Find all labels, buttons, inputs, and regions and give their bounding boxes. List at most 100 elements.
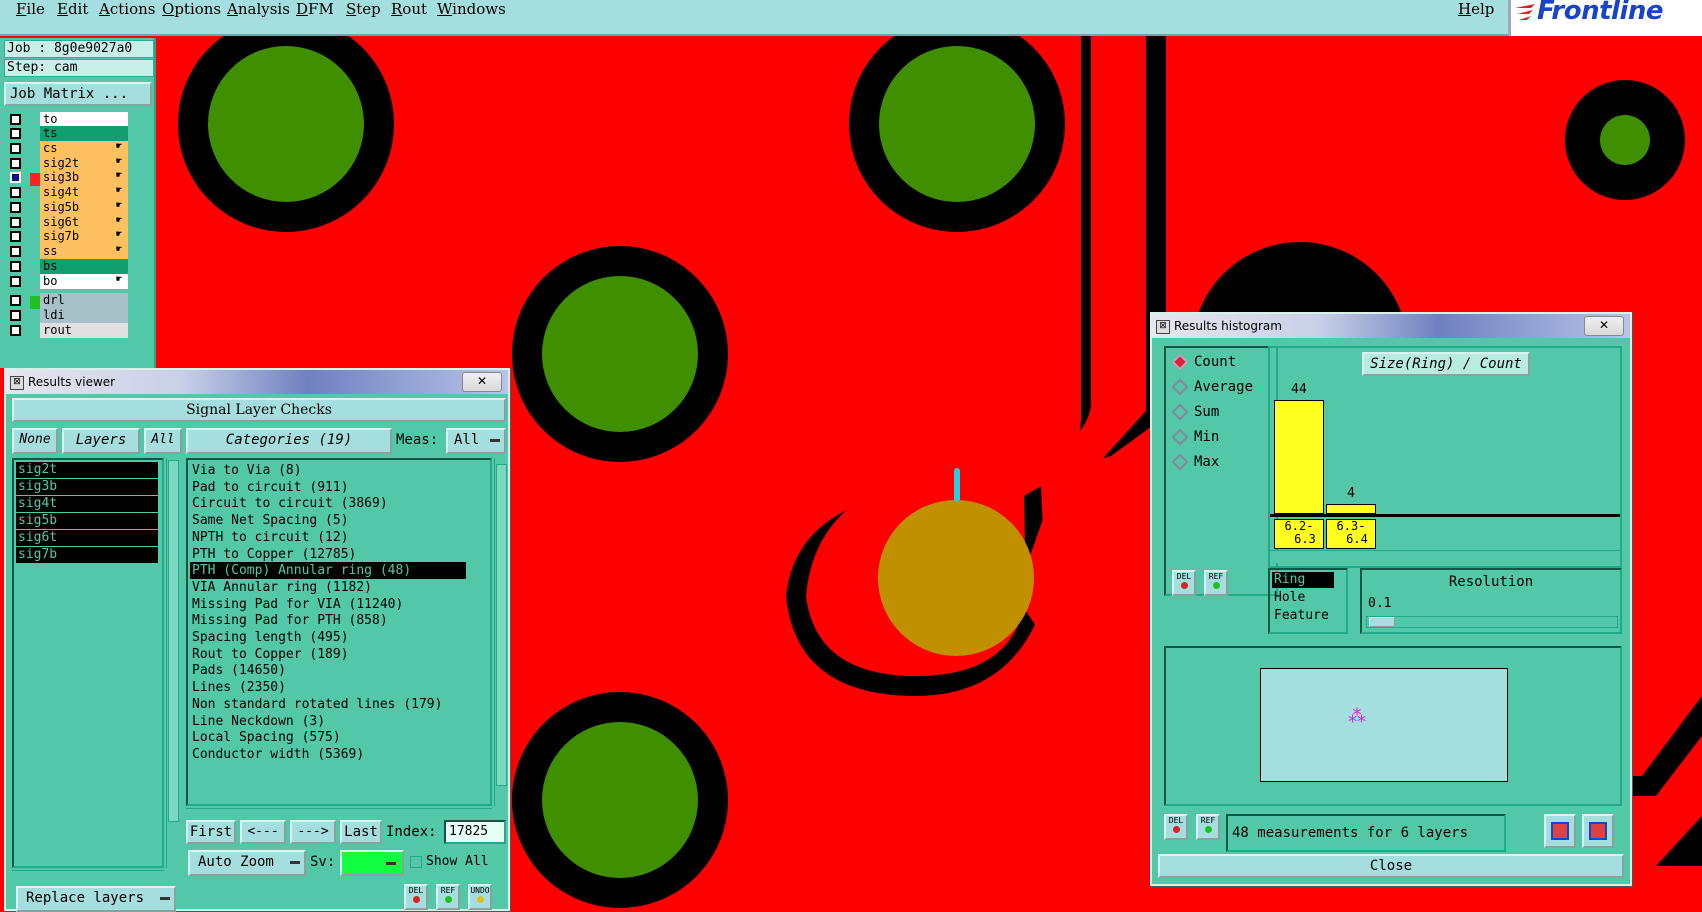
category-item[interactable]: Line Neckdown (3) — [192, 713, 325, 730]
layer-checkbox[interactable] — [10, 217, 21, 228]
pad[interactable] — [1600, 115, 1650, 165]
layer-list-item[interactable]: sig3b — [16, 479, 158, 495]
job-matrix-button[interactable]: Job Matrix ... — [4, 82, 152, 106]
layer-row-sig3b[interactable]: sig3b ☛ — [6, 170, 128, 186]
layer-row-sig2t[interactable]: sig2t ☛ — [6, 156, 128, 171]
highlighted-pad[interactable] — [878, 500, 1034, 656]
layer-row-drl[interactable]: drl — [6, 293, 128, 309]
property-item[interactable]: Ring — [1272, 572, 1334, 588]
histogram-titlebar[interactable]: ⊠ Results histogram ✕ — [1152, 314, 1630, 338]
auto-zoom-dropdown[interactable]: Auto Zoom — [188, 850, 306, 876]
category-item[interactable]: VIA Annular ring (1182) — [192, 579, 372, 596]
show-all-checkbox[interactable] — [410, 856, 422, 868]
layer-row-bo[interactable]: bo ☛ — [6, 274, 128, 289]
bin-label[interactable]: 6.3- 6.4 — [1326, 519, 1376, 549]
layer-row-sig4t[interactable]: sig4t ☛ — [6, 185, 128, 200]
none-button[interactable]: None — [12, 428, 58, 454]
radio-average[interactable] — [1171, 378, 1189, 396]
category-item[interactable]: Lines (2350) — [192, 679, 286, 696]
histogram-bar[interactable] — [1326, 504, 1376, 514]
menu-rout[interactable]: Rout — [391, 0, 427, 18]
category-item[interactable]: Rout to Copper (189) — [192, 646, 349, 663]
index-input[interactable]: 17825 — [444, 820, 506, 844]
layer-checkbox[interactable] — [10, 187, 21, 198]
category-item[interactable]: Non standard rotated lines (179) — [192, 696, 442, 713]
menu-windows[interactable]: Windows — [437, 0, 506, 18]
menu-actions[interactable]: Actions — [99, 0, 155, 18]
layer-row-ts[interactable]: ts — [6, 126, 128, 141]
last-button[interactable]: Last — [340, 820, 382, 844]
category-item[interactable]: Conductor width (5369) — [192, 746, 364, 763]
menu-help[interactable]: Help — [1458, 0, 1494, 18]
category-item[interactable]: Local Spacing (575) — [192, 729, 341, 746]
layer-checkbox[interactable] — [10, 143, 21, 154]
menu-options[interactable]: Options — [162, 0, 221, 18]
layer-checkbox[interactable] — [10, 295, 42, 309]
menu-file[interactable]: File — [16, 0, 45, 18]
layer-row-sig6t[interactable]: sig6t ☛ — [6, 215, 128, 230]
layer-list-hscrollbar[interactable] — [12, 870, 164, 881]
histogram-bar[interactable] — [1274, 400, 1324, 514]
radio-min[interactable] — [1171, 428, 1189, 446]
pad[interactable] — [542, 276, 698, 432]
radio-sum[interactable] — [1171, 403, 1189, 421]
meas-dropdown[interactable]: All — [446, 428, 506, 454]
category-item[interactable]: Missing Pad for VIA (11240) — [192, 596, 403, 613]
category-item[interactable]: PTH (Comp) Annular ring (48) — [190, 562, 466, 580]
del-button[interactable]: DEL — [1164, 814, 1188, 840]
layer-checkbox[interactable] — [10, 158, 21, 169]
ref-button[interactable]: REF — [1196, 814, 1220, 840]
category-item[interactable]: Missing Pad for PTH (858) — [192, 612, 388, 629]
close-button[interactable]: Close — [1158, 854, 1624, 878]
undo-button[interactable]: UNDO — [468, 884, 492, 910]
sv-color-dropdown[interactable] — [340, 850, 404, 876]
layer-row-ss[interactable]: ss ☛ — [6, 244, 128, 259]
layer-row-cs[interactable]: cs ☛ — [6, 141, 128, 156]
layer-checkbox[interactable] — [10, 261, 21, 272]
menu-edit[interactable]: Edit — [57, 0, 88, 18]
pad[interactable] — [208, 46, 364, 202]
first-button[interactable]: First — [186, 820, 236, 844]
menu-analysis[interactable]: Analysis — [227, 0, 290, 18]
layer-checkbox[interactable] — [10, 231, 21, 242]
layer-checkbox[interactable] — [10, 276, 21, 287]
results-viewer-titlebar[interactable]: ⊠ Results viewer ✕ — [6, 370, 508, 394]
layer-checkbox[interactable] — [10, 325, 21, 336]
category-item[interactable]: Circuit to circuit (3869) — [192, 495, 388, 512]
radio-count[interactable] — [1171, 353, 1189, 371]
layer-checkbox[interactable] — [10, 172, 42, 186]
layer-checkbox[interactable] — [10, 310, 21, 321]
layer-checkbox[interactable] — [10, 246, 21, 257]
category-item[interactable]: NPTH to circuit (12) — [192, 529, 349, 546]
pad[interactable] — [542, 722, 698, 878]
resolution-slider[interactable] — [1366, 616, 1618, 628]
ref-button[interactable]: REF — [436, 884, 460, 910]
bin-label[interactable]: 6.2- 6.3 — [1274, 519, 1324, 549]
del-button[interactable]: DEL — [404, 884, 428, 910]
layer-list-item[interactable]: sig4t — [16, 496, 158, 512]
categories-scrollbar[interactable] — [494, 458, 507, 806]
menu-dfm[interactable]: DFM — [296, 0, 334, 18]
categories-list[interactable]: Via to Via (8) Pad to circuit (911) Circui… — [186, 458, 492, 806]
layer-list-item[interactable]: sig7b — [16, 547, 158, 563]
all-layers-button[interactable]: All — [144, 428, 182, 454]
next-button[interactable]: ---> — [290, 820, 336, 844]
del-button[interactable]: DEL — [1172, 570, 1196, 596]
layer-list-item[interactable]: sig5b — [16, 513, 158, 529]
layer-row-sig7b[interactable]: sig7b ☛ — [6, 229, 128, 244]
category-item[interactable]: Pads (14650) — [192, 662, 286, 679]
category-item[interactable]: PTH to Copper (12785) — [192, 546, 356, 563]
category-item[interactable]: Via to Via (8) — [192, 462, 302, 479]
categories-hscrollbar[interactable] — [186, 808, 492, 819]
layer-row-ldi[interactable]: ldi — [6, 308, 128, 323]
layer-list-item[interactable]: sig2t — [16, 462, 158, 478]
pad[interactable] — [879, 46, 1035, 202]
category-item[interactable]: Same Net Spacing (5) — [192, 512, 349, 529]
category-item[interactable]: Pad to circuit (911) — [192, 479, 349, 496]
property-item[interactable]: Feature — [1272, 608, 1334, 624]
layer-row-sig5b[interactable]: sig5b ☛ — [6, 200, 128, 215]
category-item[interactable]: Spacing length (495) — [192, 629, 349, 646]
layer-row-to[interactable]: to — [6, 112, 128, 127]
menu-step[interactable]: Step — [346, 0, 381, 18]
radio-max[interactable] — [1171, 453, 1189, 471]
